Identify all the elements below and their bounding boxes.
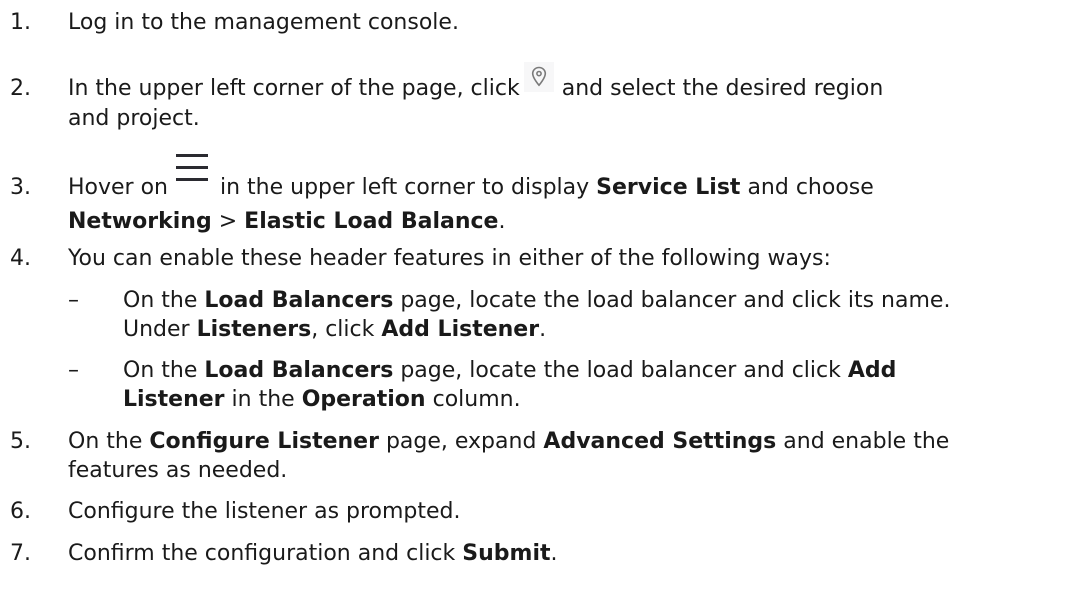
step-text: Configure the listener as prompted.	[68, 499, 461, 524]
hamburger-menu-icon	[172, 151, 212, 185]
step-number: 7.	[10, 541, 31, 566]
step-number: 1.	[10, 10, 31, 35]
step-number: 3.	[10, 175, 31, 200]
step-text: Confirm the configuration and click Subm…	[68, 541, 558, 566]
step-number: 5.	[10, 429, 31, 454]
step-text: On the Configure Listener page, expand A…	[68, 429, 950, 483]
list-dash: –	[68, 358, 79, 383]
step-number: 4.	[10, 246, 31, 271]
option-text: On the Load Balancers page, locate the l…	[123, 288, 951, 342]
step-number: 2.	[10, 76, 31, 101]
procedure-document: 1. Log in to the management console. 2. …	[0, 0, 1066, 600]
option-text: On the Load Balancers page, locate the l…	[123, 358, 897, 412]
step-text: You can enable these header features in …	[68, 246, 831, 271]
location-pin-icon	[523, 62, 554, 92]
step-text: Log in to the management console.	[68, 10, 459, 35]
step-text: Hover on in the upper left corner to disp…	[68, 154, 1058, 236]
list-dash: –	[68, 288, 79, 313]
step-text: In the upper left corner of the page, cl…	[68, 62, 1058, 133]
step-number: 6.	[10, 499, 31, 524]
